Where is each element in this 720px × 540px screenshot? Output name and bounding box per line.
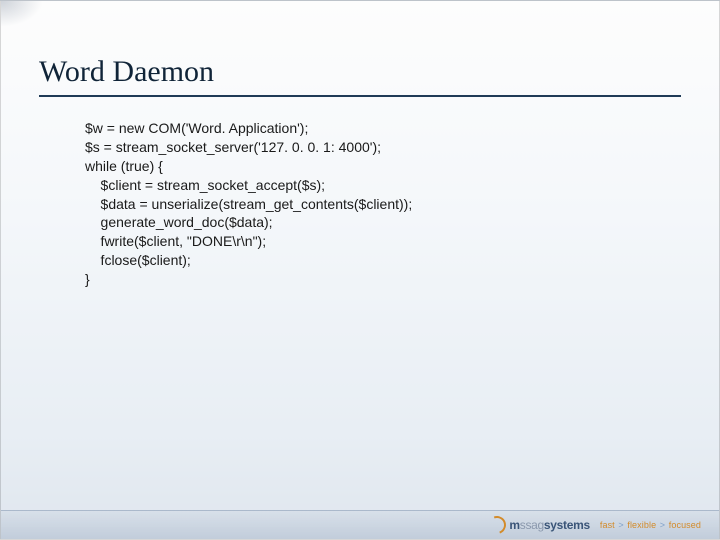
brand: mssagsystems fast > flexible > focused	[488, 516, 701, 534]
brand-prefix: m	[509, 518, 519, 532]
tagline-focused: focused	[669, 520, 701, 530]
tagline-sep-2: >	[660, 520, 665, 530]
brand-mid: ssag	[520, 518, 544, 532]
tagline-flexible: flexible	[627, 520, 656, 530]
slide: Word Daemon $w = new COM('Word. Applicat…	[0, 0, 720, 540]
brand-logo: mssagsystems	[488, 516, 589, 534]
corner-decoration	[1, 1, 43, 27]
swirl-icon	[485, 513, 509, 537]
tagline: fast > flexible > focused	[600, 520, 701, 530]
tagline-fast: fast	[600, 520, 615, 530]
brand-suffix: systems	[544, 518, 590, 532]
tagline-sep-1: >	[618, 520, 623, 530]
slide-title: Word Daemon	[39, 55, 681, 97]
code-block: $w = new COM('Word. Application'); $s = …	[85, 119, 659, 289]
footer: mssagsystems fast > flexible > focused	[1, 510, 719, 539]
